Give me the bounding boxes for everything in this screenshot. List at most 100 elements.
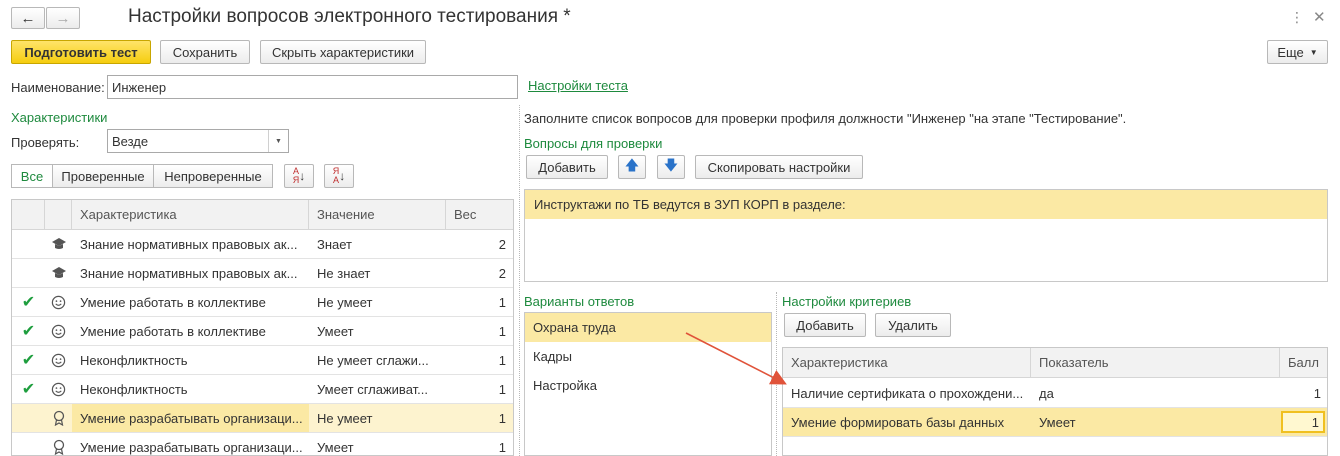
answer-item-text: Настройка bbox=[533, 378, 597, 393]
check-select[interactable]: Везде ▼ bbox=[107, 129, 289, 153]
cell-characteristic: Умение разрабатывать организаци... bbox=[72, 404, 309, 432]
cell-characteristic: Знание нормативных правовых ак... bbox=[80, 236, 298, 252]
panel-divider bbox=[519, 105, 520, 456]
cell-value: Умеет bbox=[317, 439, 354, 455]
criteria-col-score[interactable]: Балл bbox=[1280, 348, 1327, 377]
cell-weight: 2 bbox=[498, 265, 506, 281]
answers-title: Варианты ответов bbox=[524, 294, 635, 309]
table-row[interactable]: Умение разрабатывать организаци... Не уме… bbox=[12, 404, 513, 433]
close-icon[interactable]: ✕ bbox=[1313, 8, 1326, 26]
check-select-value: Везде bbox=[112, 133, 149, 149]
table-row[interactable]: ✔ Неконфликтность Не умеет сглажи... 1 bbox=[12, 346, 513, 375]
criteria-add-button[interactable]: Добавить bbox=[784, 313, 866, 337]
table-row[interactable]: Умение разрабатывать организаци... Умеет 1 bbox=[12, 433, 513, 455]
sort-arrow-down-icon: ↓ bbox=[299, 169, 306, 183]
copy-settings-button[interactable]: Скопировать настройки bbox=[695, 155, 863, 179]
cell-weight: 1 bbox=[498, 323, 506, 339]
award-icon bbox=[45, 433, 72, 455]
filter-all-tab[interactable]: Все bbox=[11, 164, 53, 188]
cell-value: Не умеет bbox=[317, 410, 373, 426]
criteria-cell-characteristic: Умение формировать базы данных bbox=[791, 414, 1005, 430]
check-mark-icon: ✔ bbox=[21, 381, 36, 398]
smiley-icon bbox=[45, 288, 72, 316]
criteria-row[interactable]: Наличие сертификата о прохождени... да 1 bbox=[783, 379, 1327, 408]
criteria-table: Характеристика Показатель Балл Наличие с… bbox=[782, 347, 1328, 456]
dropdown-arrow-icon[interactable]: ▼ bbox=[268, 130, 288, 152]
annotation-arrow bbox=[685, 332, 787, 385]
check-mark-icon: ✔ bbox=[21, 352, 36, 369]
col-icon bbox=[45, 200, 72, 229]
criteria-cell-characteristic: Наличие сертификата о прохождени... bbox=[791, 385, 1024, 401]
criteria-col-characteristic[interactable]: Характеристика bbox=[783, 348, 1031, 377]
cell-value: Умеет сглаживат... bbox=[317, 381, 428, 397]
questions-title: Вопросы для проверки bbox=[524, 136, 663, 151]
check-mark-icon: ✔ bbox=[21, 323, 36, 340]
filter-checked-tab[interactable]: Проверенные bbox=[52, 164, 154, 188]
cell-weight: 1 bbox=[498, 381, 506, 397]
smiley-icon bbox=[45, 346, 72, 374]
graduation-cap-icon bbox=[45, 230, 72, 258]
window-title: Настройки вопросов электронного тестиров… bbox=[128, 6, 571, 27]
chevron-down-icon: ▼ bbox=[1309, 47, 1318, 57]
arrow-up-icon: 🡅 bbox=[624, 157, 640, 173]
cell-weight: 1 bbox=[498, 439, 506, 455]
more-button[interactable]: Еще ▼ bbox=[1267, 40, 1328, 64]
cell-characteristic: Умение работать в коллективе bbox=[80, 294, 266, 310]
col-characteristic[interactable]: Характеристика bbox=[72, 200, 309, 229]
cell-value: Не умеет сглажи... bbox=[317, 352, 429, 368]
answer-item-text: Охрана труда bbox=[533, 320, 616, 335]
criteria-title: Настройки критериев bbox=[782, 294, 912, 309]
table-row[interactable]: ✔ Умение работать в коллективе Не умеет 1 bbox=[12, 288, 513, 317]
move-down-button[interactable]: 🡇 bbox=[657, 155, 685, 179]
sort-ascending-button[interactable]: А Я ↓ bbox=[284, 164, 314, 188]
question-item[interactable]: Инструктажи по ТБ ведутся в ЗУП КОРП в р… bbox=[525, 190, 1327, 219]
criteria-cell-indicator: Умеет bbox=[1039, 414, 1076, 430]
col-check bbox=[12, 200, 45, 229]
cell-weight: 1 bbox=[498, 294, 506, 310]
arrow-down-icon: 🡇 bbox=[663, 157, 679, 173]
check-mark-icon bbox=[12, 404, 45, 432]
save-button[interactable]: Сохранить bbox=[160, 40, 250, 64]
cell-characteristic: Умение разрабатывать организаци... bbox=[80, 439, 303, 455]
add-question-button[interactable]: Добавить bbox=[526, 155, 608, 179]
check-mark-icon bbox=[12, 433, 45, 455]
cell-weight: 2 bbox=[498, 236, 506, 252]
criteria-col-indicator[interactable]: Показатель bbox=[1031, 348, 1280, 377]
table-row[interactable]: Знание нормативных правовых ак... Не знае… bbox=[12, 259, 513, 288]
table-row[interactable]: ✔ Умение работать в коллективе Умеет 1 bbox=[12, 317, 513, 346]
smiley-icon bbox=[45, 375, 72, 403]
criteria-table-header: Характеристика Показатель Балл bbox=[783, 348, 1327, 378]
criteria-score-input[interactable]: 1 bbox=[1281, 411, 1325, 433]
move-up-button[interactable]: 🡅 bbox=[618, 155, 646, 179]
table-row[interactable]: Знание нормативных правовых ак... Знает 2 bbox=[12, 230, 513, 259]
criteria-delete-button[interactable]: Удалить bbox=[875, 313, 951, 337]
graduation-cap-icon bbox=[45, 259, 72, 287]
forward-button[interactable]: → bbox=[46, 7, 80, 29]
prepare-test-button[interactable]: Подготовить тест bbox=[11, 40, 151, 64]
col-weight[interactable]: Вес bbox=[446, 200, 513, 229]
cell-value: Знает bbox=[317, 236, 353, 252]
test-settings-link[interactable]: Настройки теста bbox=[528, 78, 628, 93]
arrow-left-icon: ← bbox=[20, 9, 36, 27]
name-label: Наименование: bbox=[11, 80, 105, 95]
cell-weight: 1 bbox=[498, 410, 506, 426]
sort-descending-button[interactable]: Я А ↓ bbox=[324, 164, 354, 188]
check-mark-icon bbox=[12, 259, 45, 287]
characteristics-table-body: Знание нормативных правовых ак... Знает 2 З… bbox=[12, 230, 513, 455]
question-item-text: Инструктажи по ТБ ведутся в ЗУП КОРП в р… bbox=[534, 197, 846, 212]
characteristics-table-header: Характеристика Значение Вес bbox=[12, 200, 513, 230]
back-button[interactable]: ← bbox=[11, 7, 45, 29]
criteria-cell-indicator: да bbox=[1039, 385, 1054, 401]
cell-value: Не знает bbox=[317, 265, 371, 281]
kebab-menu-icon[interactable]: ⋮ bbox=[1290, 9, 1304, 26]
col-value[interactable]: Значение bbox=[309, 200, 446, 229]
filter-unchecked-tab[interactable]: Непроверенные bbox=[153, 164, 273, 188]
arrow-right-icon: → bbox=[55, 9, 71, 27]
criteria-row-selected[interactable]: Умение формировать базы данных Умеет 1 bbox=[783, 408, 1327, 437]
table-row[interactable]: ✔ Неконфликтность Умеет сглаживат... 1 bbox=[12, 375, 513, 404]
name-input[interactable]: Инженер bbox=[107, 75, 518, 99]
cell-characteristic: Знание нормативных правовых ак... bbox=[80, 265, 298, 281]
check-mark-icon: ✔ bbox=[21, 294, 36, 311]
characteristics-title: Характеристики bbox=[11, 110, 108, 125]
hide-characteristics-button[interactable]: Скрыть характеристики bbox=[260, 40, 426, 64]
